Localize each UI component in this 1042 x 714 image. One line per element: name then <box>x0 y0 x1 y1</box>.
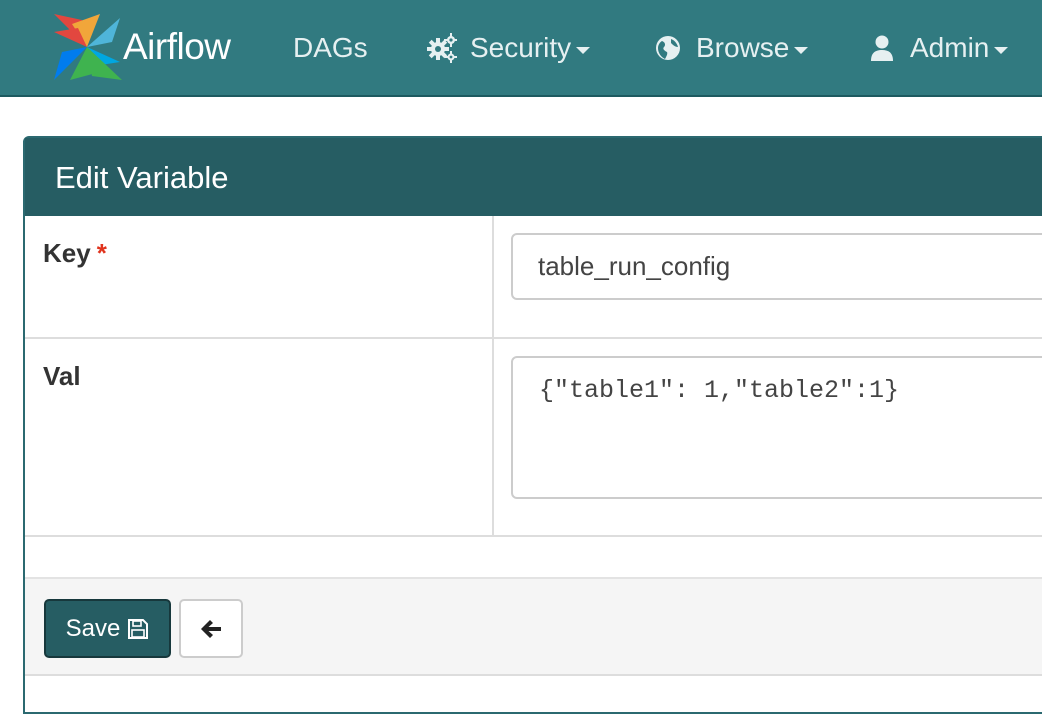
key-label-cell: Key * <box>25 216 494 337</box>
nav-browse[interactable]: Browse <box>652 28 809 68</box>
gears-icon <box>426 32 458 64</box>
form-row-key: Key * table_run_config <box>25 216 1042 339</box>
nav-security[interactable]: Security <box>426 28 591 68</box>
edit-variable-panel: Edit Variable Key * table_run_config Val … <box>23 136 1042 714</box>
brand-link[interactable]: Airflow <box>52 12 231 82</box>
key-input[interactable]: table_run_config <box>511 233 1042 300</box>
chevron-down-icon <box>576 46 591 54</box>
key-label: Key * <box>43 238 107 269</box>
form-actions: Save <box>25 577 1042 676</box>
globe-icon <box>652 32 684 64</box>
val-textarea[interactable]: {"table1": 1,"table2":1} <box>511 356 1042 499</box>
required-marker: * <box>96 238 107 268</box>
top-navbar: Airflow DAGs Security Browse Admin <box>0 0 1042 97</box>
save-button-label: Save <box>65 614 121 642</box>
panel-title: Edit Variable <box>55 160 229 195</box>
nav-dags-label: DAGs <box>293 32 368 63</box>
nav-security-label: Security <box>470 32 572 63</box>
nav-admin[interactable]: Admin <box>866 28 1009 68</box>
brand-name: Airflow <box>123 26 231 67</box>
form-row-val: Val {"table1": 1,"table2":1} <box>25 339 1042 537</box>
nav-browse-label: Browse <box>696 32 790 63</box>
nav-admin-label: Admin <box>910 32 990 63</box>
nav-dags[interactable]: DAGs <box>293 28 368 68</box>
chevron-down-icon <box>794 46 809 54</box>
val-label: Val <box>43 361 81 391</box>
save-button[interactable]: Save <box>44 599 171 658</box>
arrow-left-icon <box>201 619 221 638</box>
key-label-text: Key <box>43 238 91 268</box>
user-icon <box>866 32 898 64</box>
airflow-pinwheel-logo-icon <box>54 14 122 80</box>
chevron-down-icon <box>994 46 1009 54</box>
panel-heading: Edit Variable <box>25 138 1042 216</box>
back-button[interactable] <box>179 599 243 658</box>
floppy-disk-icon <box>128 618 149 639</box>
val-label-cell: Val <box>25 339 494 535</box>
